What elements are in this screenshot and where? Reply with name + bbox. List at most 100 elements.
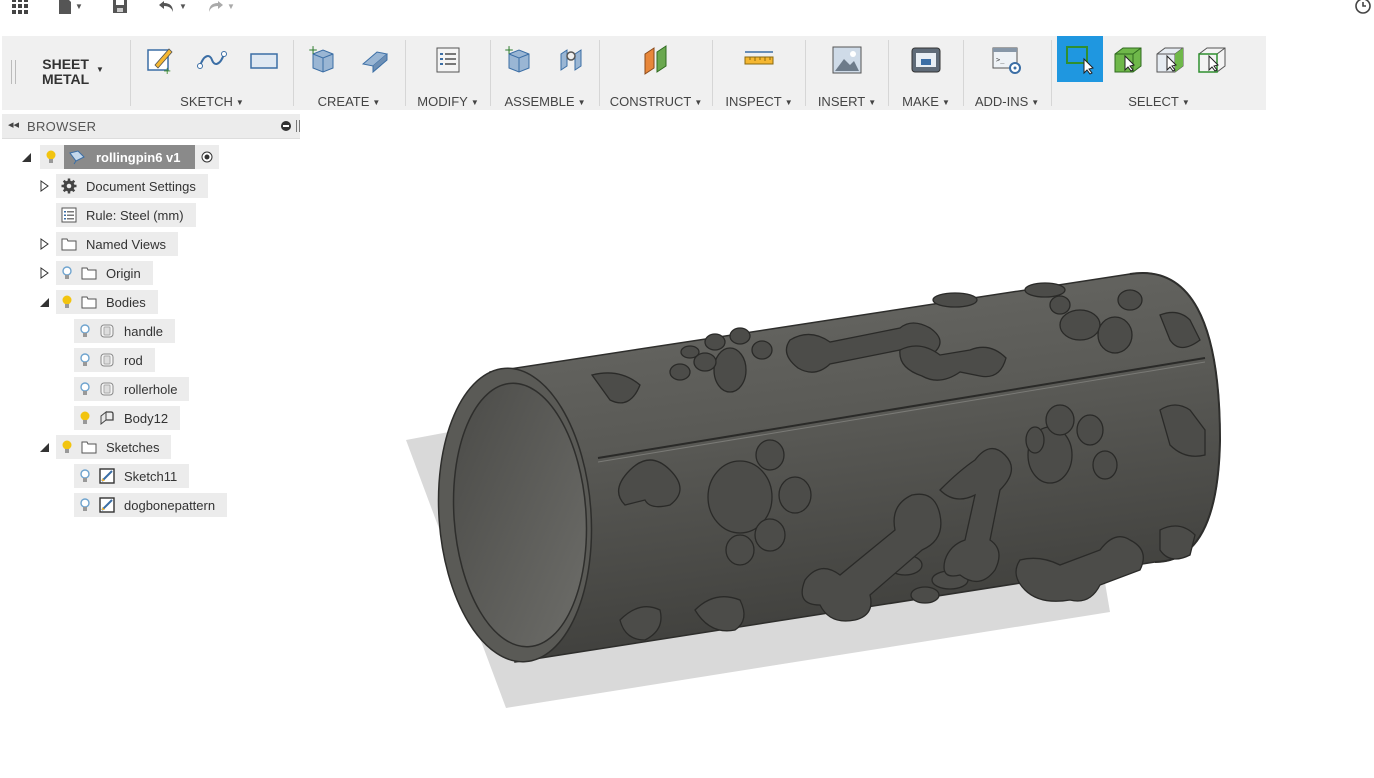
create-menu[interactable]: CREATE ▼ xyxy=(294,94,404,109)
lightbulb-off-icon[interactable] xyxy=(60,264,74,282)
body-icon xyxy=(98,322,116,340)
construct-group: CONSTRUCT ▼ xyxy=(600,36,712,110)
addins-group: >_ ADD-INS ▼ xyxy=(964,36,1050,110)
collapsed-triangle-icon[interactable] xyxy=(38,238,50,250)
insert-menu[interactable]: INSERT ▼ xyxy=(806,94,888,109)
svg-text:+: + xyxy=(163,66,171,75)
toolbar-grip[interactable] xyxy=(11,60,16,84)
lightbulb-on-icon[interactable] xyxy=(60,293,74,311)
workspace-label-line2: METAL xyxy=(42,71,90,87)
lightbulb-on-icon[interactable] xyxy=(60,438,74,456)
browser-header: ◂◂ BROWSER xyxy=(2,114,300,139)
joint-icon[interactable] xyxy=(554,42,588,78)
expanded-triangle-icon[interactable] xyxy=(20,151,32,163)
tree-item-dogbonepattern[interactable]: dogbonepattern xyxy=(74,493,228,517)
job-status-icon[interactable] xyxy=(1355,0,1371,16)
inspect-label: INSPECT xyxy=(725,94,782,109)
measure-icon[interactable] xyxy=(742,42,776,78)
rolling-pin-model[interactable] xyxy=(300,110,1374,773)
body-icon xyxy=(98,380,116,398)
create-sketch-icon[interactable]: + xyxy=(143,42,177,78)
sheet-metal-rules-icon[interactable] xyxy=(431,42,465,78)
scripts-addins-icon[interactable]: >_ xyxy=(990,42,1024,78)
collapse-panel-icon[interactable]: ◂◂ xyxy=(8,118,19,131)
tree-item-sketch11[interactable]: Sketch11 xyxy=(74,464,190,488)
workspace-label-line1: SHEET xyxy=(42,56,89,72)
make-menu[interactable]: MAKE ▼ xyxy=(889,94,963,109)
lightbulb-off-icon[interactable] xyxy=(78,467,92,485)
tree-item-body-rollerhole[interactable]: rollerhole xyxy=(74,377,190,401)
modify-label: MODIFY xyxy=(417,94,468,109)
select-through-icon[interactable] xyxy=(1195,42,1229,78)
addins-menu[interactable]: ADD-INS ▼ xyxy=(964,94,1050,109)
tree-item-label: Rule: Steel (mm) xyxy=(86,207,184,223)
select-face-icon[interactable] xyxy=(1153,42,1187,78)
lightbulb-off-icon[interactable] xyxy=(78,351,92,369)
modify-menu[interactable]: MODIFY ▼ xyxy=(406,94,490,109)
assemble-label: ASSEMBLE xyxy=(504,94,575,109)
construct-menu[interactable]: CONSTRUCT ▼ xyxy=(600,94,712,109)
spline-icon[interactable] xyxy=(195,42,229,78)
tree-item-named-views[interactable]: Named Views xyxy=(56,232,178,256)
window-select-icon[interactable] xyxy=(1057,36,1103,82)
chevron-down-icon: ▼ xyxy=(784,98,793,107)
rectangle-icon[interactable] xyxy=(247,42,281,78)
tree-item-label: dogbonepattern xyxy=(124,497,216,513)
tree-root-node[interactable]: rollingpin6 v1 xyxy=(40,145,219,169)
lightbulb-on-icon[interactable] xyxy=(78,409,92,427)
chevron-down-icon: ▼ xyxy=(694,98,703,107)
workspace-label: SHEET METAL xyxy=(42,57,89,87)
tree-item-origin[interactable]: Origin xyxy=(56,261,153,285)
sketch-menu[interactable]: SKETCH ▼ xyxy=(132,94,292,109)
file-icon[interactable]: ▼ xyxy=(58,0,83,16)
offset-plane-icon[interactable] xyxy=(639,42,673,78)
expanded-triangle-icon[interactable] xyxy=(38,296,50,308)
lightbulb-off-icon[interactable] xyxy=(78,322,92,340)
select-body-icon[interactable] xyxy=(1111,42,1145,78)
3d-print-icon[interactable] xyxy=(909,42,943,78)
lightbulb-off-icon[interactable] xyxy=(78,496,92,514)
select-menu[interactable]: SELECT ▼ xyxy=(1052,94,1266,109)
tree-item-body-body12[interactable]: Body12 xyxy=(74,406,181,430)
3d-viewport[interactable] xyxy=(300,110,1374,773)
chevron-down-icon: ▼ xyxy=(96,65,104,74)
insert-image-icon[interactable] xyxy=(830,42,864,78)
app-grid-icon[interactable] xyxy=(12,0,28,16)
workspace-switcher[interactable]: SHEET METAL ▼ xyxy=(2,36,130,110)
tree-item-label: rod xyxy=(124,352,143,368)
assemble-menu[interactable]: ASSEMBLE ▼ xyxy=(491,94,599,109)
sheet-metal-body-icon xyxy=(98,409,116,427)
chevron-down-icon: ▼ xyxy=(1031,98,1040,107)
lightbulb-off-icon[interactable] xyxy=(78,380,92,398)
minimize-icon[interactable] xyxy=(281,121,291,131)
tree-item-bodies[interactable]: Bodies xyxy=(56,290,158,314)
addins-label: ADD-INS xyxy=(974,94,1029,109)
inspect-menu[interactable]: INSPECT ▼ xyxy=(713,94,805,109)
save-icon[interactable] xyxy=(112,0,128,16)
chevron-down-icon: ▼ xyxy=(941,98,950,107)
collapsed-triangle-icon[interactable] xyxy=(38,267,50,279)
lightbulb-on-icon[interactable] xyxy=(44,148,58,166)
flange-icon[interactable] xyxy=(358,42,392,78)
tree-item-body-handle[interactable]: handle xyxy=(74,319,176,343)
redo-icon[interactable]: ▼ xyxy=(206,0,235,16)
collapsed-triangle-icon[interactable] xyxy=(38,180,50,192)
folder-icon xyxy=(60,235,78,253)
svg-text:+: + xyxy=(308,44,318,57)
make-label: MAKE xyxy=(902,94,939,109)
tree-item-body-rod[interactable]: rod xyxy=(74,348,155,372)
assemble-group: + ASSEMBLE ▼ xyxy=(491,36,599,110)
ribbon-toolbar: SHEET METAL ▼ + SKETCH ▼ + CREATE ▼ MODI… xyxy=(2,36,1266,110)
activate-radio-icon[interactable] xyxy=(195,145,219,169)
chevron-down-icon: ▼ xyxy=(1181,98,1190,107)
root-label: rollingpin6 v1 xyxy=(96,149,181,165)
undo-icon[interactable]: ▼ xyxy=(158,0,187,16)
tree-item-rule[interactable]: Rule: Steel (mm) xyxy=(56,203,196,227)
new-component-assemble-icon[interactable]: + xyxy=(502,42,536,78)
expanded-triangle-icon[interactable] xyxy=(38,441,50,453)
sketch-icon xyxy=(98,496,116,514)
tree-item-sketches[interactable]: Sketches xyxy=(56,435,172,459)
new-component-icon[interactable]: + xyxy=(306,42,340,78)
tree-item-document-settings[interactable]: Document Settings xyxy=(56,174,208,198)
tree-item-label: handle xyxy=(124,323,164,339)
